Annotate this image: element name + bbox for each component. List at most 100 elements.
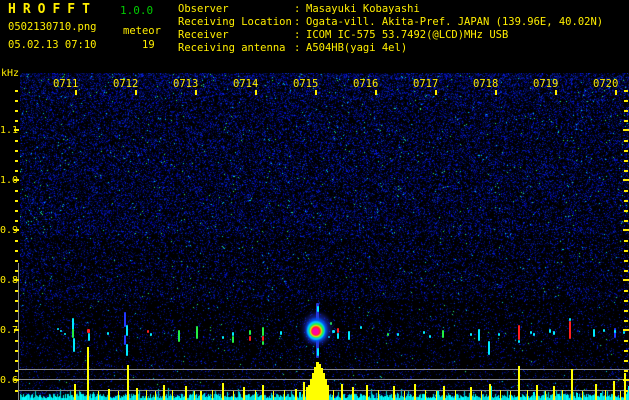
meteor-echo-mark	[150, 333, 152, 336]
freq-minor-tick	[15, 170, 18, 172]
freq-minor-tick	[15, 200, 18, 202]
meteor-echo-mark	[478, 329, 480, 341]
freq-minor-tick	[624, 340, 628, 342]
meteor-echo-mark	[147, 330, 149, 333]
signal-spike	[243, 387, 245, 400]
meteor-echo-mark	[593, 329, 595, 337]
freq-minor-tick	[624, 350, 628, 352]
meteor-echo-mark	[337, 333, 339, 339]
minute-tick	[615, 90, 617, 95]
freq-major-tick	[14, 179, 19, 181]
signal-spike	[455, 390, 456, 400]
minute-tick	[135, 90, 137, 95]
meteor-echo-mark	[88, 333, 90, 341]
signal-spike	[118, 391, 119, 400]
freq-minor-tick	[624, 100, 628, 102]
time-label: 0716	[353, 78, 379, 90]
signal-spike	[518, 366, 520, 400]
freq-minor-tick	[624, 190, 628, 192]
freq-major-tick	[14, 379, 19, 381]
meteor-echo-mark	[348, 331, 350, 340]
freq-minor-tick	[15, 240, 18, 242]
spectrogram-noise-field	[20, 73, 629, 400]
meteor-echo-mark	[262, 327, 264, 336]
info-row-observer: Observer: Masayuki Kobayashi	[178, 4, 420, 15]
meteor-echo-mark	[569, 321, 571, 339]
meteor-echo-mark	[614, 330, 616, 333]
big-meteor-echo-layer	[312, 328, 319, 335]
freq-minor-tick	[624, 110, 628, 112]
freq-minor-tick	[15, 110, 18, 112]
signal-spike	[404, 391, 405, 400]
freq-tick-label: 0.9	[0, 225, 19, 236]
freq-minor-tick	[15, 350, 18, 352]
freq-tick-label: 1.0	[0, 175, 19, 186]
signal-spike	[624, 373, 626, 400]
meteor-echo-mark	[57, 328, 59, 330]
meteor-echo-mark	[442, 330, 444, 338]
freq-minor-tick	[15, 120, 18, 122]
signal-spike	[333, 390, 334, 400]
freq-major-tick	[14, 279, 19, 281]
signal-spike	[553, 386, 555, 400]
meteor-echo-mark	[623, 331, 625, 334]
freq-minor-tick	[15, 190, 18, 192]
signal-spike	[98, 391, 99, 400]
meteor-echo-mark	[332, 330, 335, 333]
mode-label: meteor	[123, 25, 161, 37]
signal-spike	[605, 390, 606, 400]
signal-spike	[481, 391, 482, 400]
meteor-echo-mark	[72, 329, 74, 338]
freq-minor-tick	[15, 210, 18, 212]
info-label: Receiving Location	[178, 16, 292, 28]
signal-spike	[136, 388, 138, 400]
signal-spike	[613, 381, 615, 400]
signal-spike	[393, 386, 395, 400]
signal-spike	[295, 389, 297, 400]
signal-spike	[194, 391, 195, 400]
meteor-echo-mark	[73, 338, 75, 352]
signal-spike	[527, 390, 528, 400]
signal-spike	[489, 384, 491, 400]
freq-minor-tick	[624, 250, 628, 252]
meteor-echo-mark	[470, 333, 472, 336]
signal-spike	[87, 347, 89, 400]
freq-minor-tick	[624, 200, 628, 202]
freq-minor-tick	[624, 290, 628, 292]
signal-spike	[127, 365, 129, 400]
minute-tick	[435, 90, 437, 95]
signal-spike	[303, 382, 305, 400]
meteor-echo-mark	[126, 344, 128, 356]
freq-minor-tick	[624, 220, 628, 222]
meteor-echo-mark	[429, 335, 431, 338]
meteor-echo-mark	[126, 325, 128, 336]
freq-minor-tick	[15, 90, 18, 92]
echo-count: 19	[142, 39, 155, 51]
meteor-echo-mark	[280, 331, 282, 335]
freq-minor-tick	[624, 300, 628, 302]
freq-tick-label: 0.8	[0, 275, 19, 286]
signal-spike	[425, 390, 426, 400]
freq-minor-tick	[624, 260, 628, 262]
freq-major-tick	[14, 329, 19, 331]
graticule-hline	[19, 369, 629, 370]
freq-minor-tick	[624, 140, 628, 142]
freq-minor-tick	[15, 220, 18, 222]
time-label: 0720	[593, 78, 619, 90]
freq-minor-tick	[15, 290, 18, 292]
info-value: A504HB(yagi 4el)	[306, 42, 408, 54]
freq-minor-tick	[624, 270, 628, 272]
freq-minor-tick	[15, 390, 18, 392]
signal-spike	[273, 391, 274, 400]
freq-tick-label: 0.6	[0, 375, 19, 386]
signal-spike	[545, 391, 546, 400]
signal-spike	[436, 391, 437, 400]
signal-spike	[74, 384, 76, 400]
freq-minor-tick	[15, 160, 18, 162]
hrofft-window: HROFFT 1.0.0 0502130710.png meteor 05.02…	[0, 0, 629, 400]
freq-minor-tick	[624, 170, 628, 172]
freq-minor-tick	[624, 150, 628, 152]
signal-spike	[582, 391, 583, 400]
info-label: Receiving antenna	[178, 42, 286, 54]
time-label: 0712	[113, 78, 139, 90]
